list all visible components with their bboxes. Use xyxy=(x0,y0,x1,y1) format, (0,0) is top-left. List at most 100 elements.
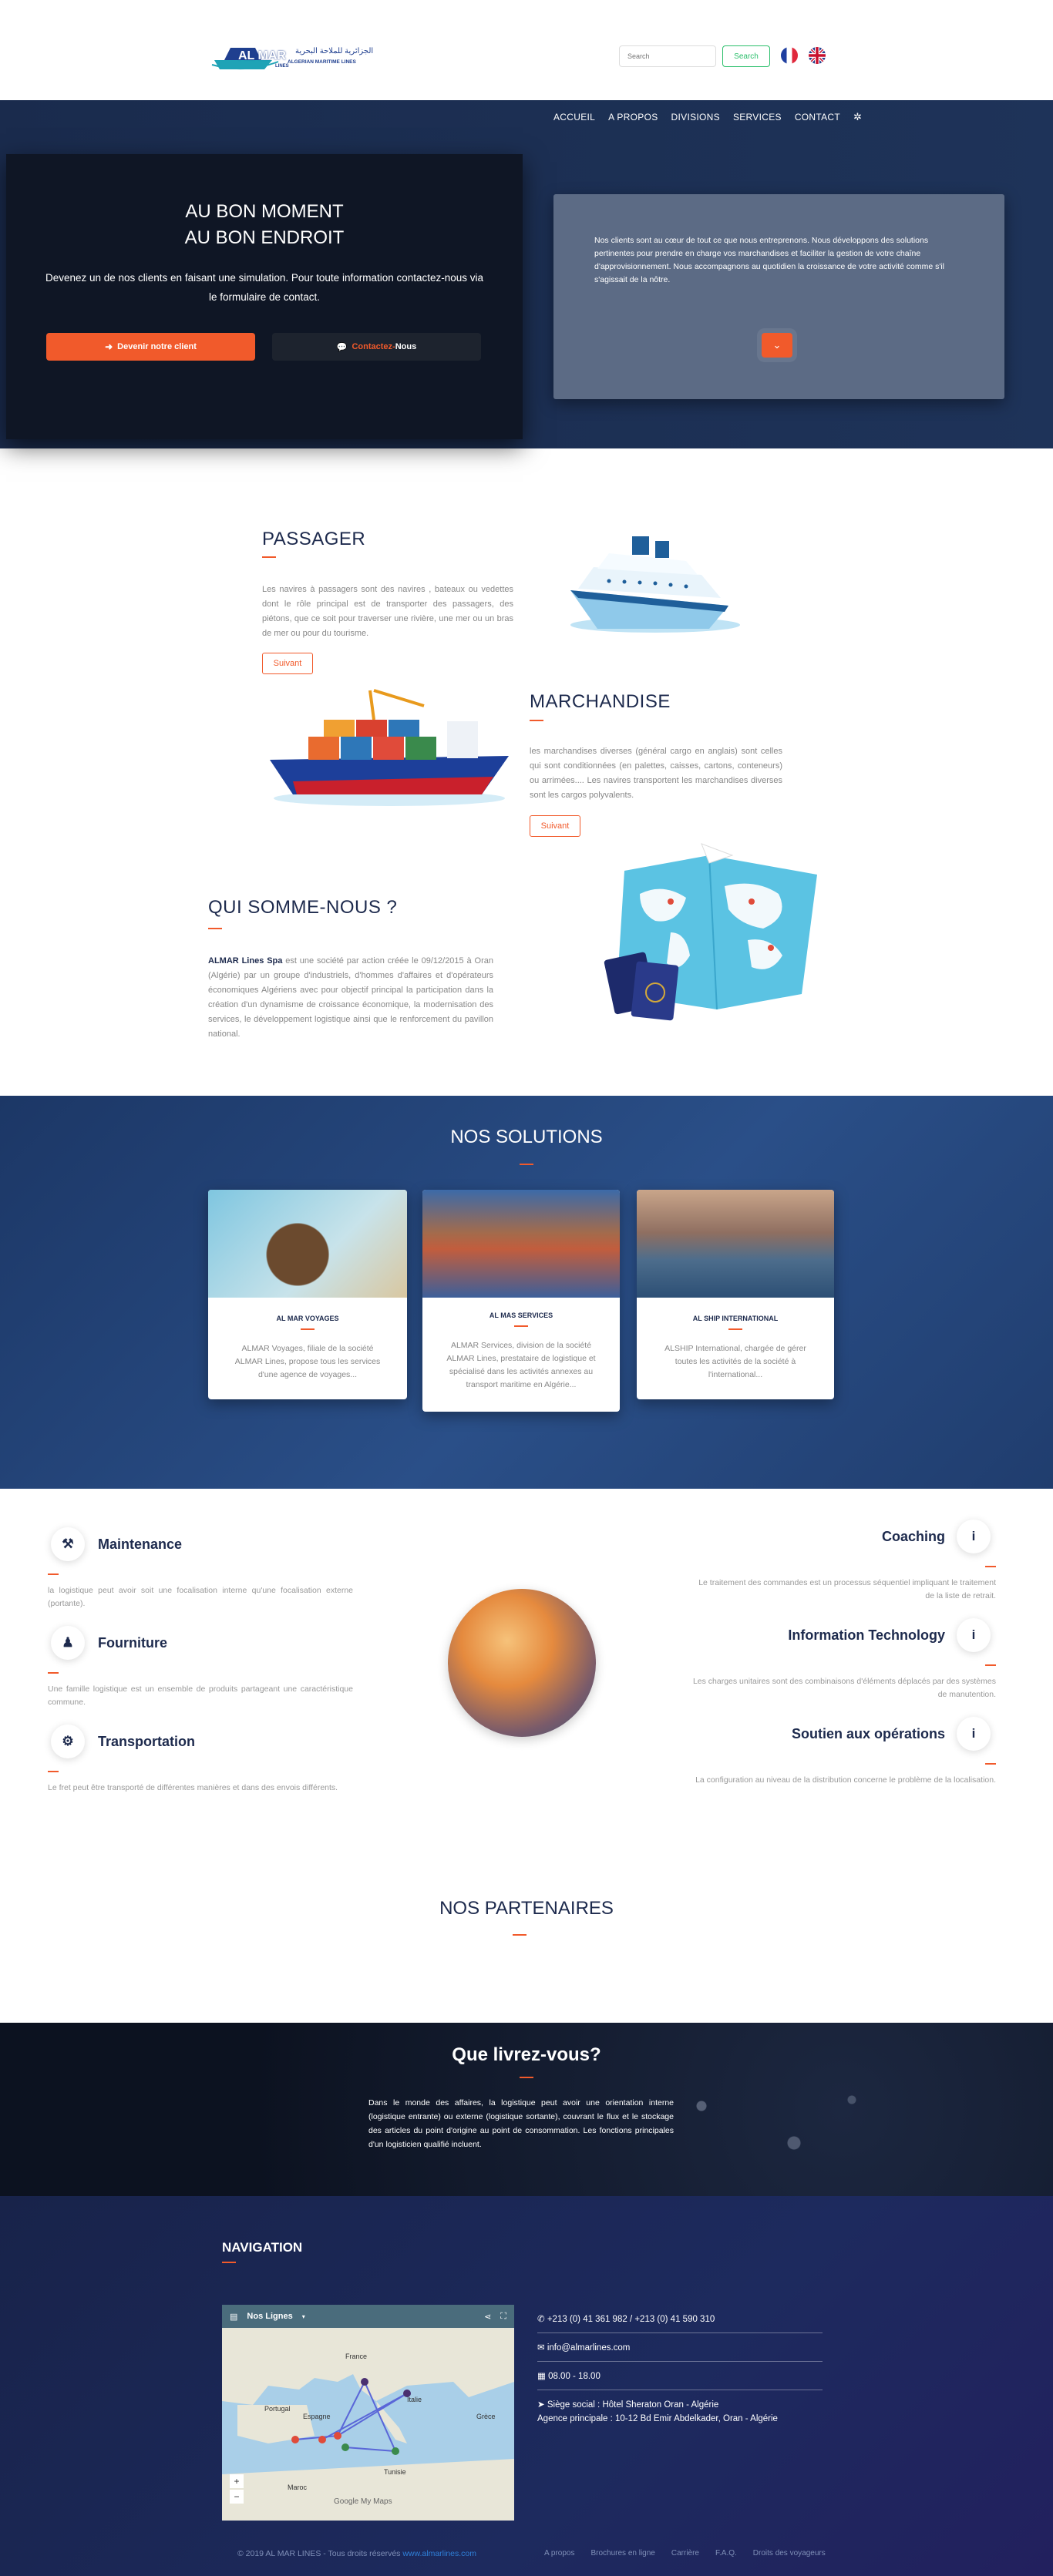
settings-icon[interactable]: ✲ xyxy=(853,111,862,123)
hero-section: ACCUEIL A PROPOS DIVISIONS SERVICES CONT… xyxy=(0,100,1053,448)
scroll-down-button[interactable]: ⌄ xyxy=(762,333,792,358)
address-row: ➤ Siège social : Hôtel Sheraton Oran - A… xyxy=(537,2390,823,2432)
hero-title: AU BON MOMENT AU BON ENDROIT xyxy=(6,199,523,251)
hero-subtitle: Devenez un de nos clients en faisant une… xyxy=(45,272,484,303)
it-title: Information Technology xyxy=(788,1627,945,1643)
map-google-text: Google xyxy=(334,2497,359,2506)
nav-a-propos[interactable]: A PROPOS xyxy=(608,112,658,123)
nav-services[interactable]: SERVICES xyxy=(733,112,782,123)
email-text: info@almarlines.com xyxy=(547,2343,631,2353)
arrow-circle-icon: ➜ xyxy=(105,341,113,352)
become-client-label: Devenir notre client xyxy=(117,342,197,351)
it-info-icon[interactable]: i xyxy=(957,1618,991,1652)
map-panel-icon[interactable]: ▤ xyxy=(230,2312,237,2322)
map-label-portugal: Portugal xyxy=(264,2405,291,2413)
address1-text: Siège social : Hôtel Sheraton Oran - Alg… xyxy=(547,2400,719,2410)
solution-card-voyages[interactable]: AL MAR VOYAGES ALMAR Voyages, filiale de… xyxy=(208,1190,407,1399)
footer-contact: ✆ +213 (0) 41 361 982 / +213 (0) 41 590 … xyxy=(537,2305,823,2432)
phone-text: +213 (0) 41 361 982 / +213 (0) 41 590 31… xyxy=(547,2315,715,2324)
map-label-italie: Italie xyxy=(407,2396,422,2403)
map-label-maroc: Maroc xyxy=(288,2484,308,2491)
maintenance-title: Maintenance xyxy=(98,1537,183,1552)
water-drops-decor xyxy=(655,2069,886,2192)
hero-info-text: Nos clients sont au cœur de tout ce que … xyxy=(594,236,945,284)
transportation-bar xyxy=(48,1771,59,1772)
logo[interactable]: AL MAR LINES الجزائرية للملاحة البحرية A… xyxy=(210,37,388,76)
footer-nav-title: NAVIGATION xyxy=(222,2240,303,2255)
main-nav: ACCUEIL A PROPOS DIVISIONS SERVICES CONT… xyxy=(553,111,862,123)
lines-map[interactable]: ▤ Nos Lignes ▾ ⋖ ⛶ France Portugal Espag… xyxy=(222,2305,514,2521)
travel-map-image xyxy=(604,843,817,1021)
maintenance-text: la logistique peut avoir soit une focali… xyxy=(48,1586,353,1608)
international-image xyxy=(637,1190,834,1298)
fourniture-title: Fourniture xyxy=(98,1635,167,1651)
cargo-ship-image xyxy=(270,689,509,806)
flag-uk-icon[interactable] xyxy=(809,47,826,64)
nav-divisions[interactable]: DIVISIONS xyxy=(671,112,720,123)
voyages-bar xyxy=(301,1328,315,1330)
location-icon: ➤ xyxy=(537,2400,547,2410)
map-label-espagne: Espagne xyxy=(303,2413,331,2420)
footer-link-droits[interactable]: Droits des voyageurs xyxy=(753,2549,826,2558)
soutien-text: La configuration au niveau de la distrib… xyxy=(695,1775,996,1785)
become-client-button[interactable]: ➜ Devenir notre client xyxy=(46,333,255,361)
footer-link-faq[interactable]: F.A.Q. xyxy=(715,2549,737,2558)
solution-card-services[interactable]: AL MAS SERVICES ALMAR Services, division… xyxy=(422,1190,620,1412)
voyages-title: AL MAR VOYAGES xyxy=(276,1315,339,1322)
email-row[interactable]: ✉ info@almarlines.com xyxy=(537,2333,823,2361)
map-land xyxy=(222,2328,514,2521)
coaching-title: Coaching xyxy=(881,1529,945,1544)
copyright-link[interactable]: www.almarlines.com xyxy=(402,2549,476,2558)
livrez-section: Que livrez-vous? Dans le monde des affai… xyxy=(0,2023,1053,2196)
zoom-in-button[interactable]: + xyxy=(230,2474,244,2488)
map-dropdown-icon[interactable]: ▾ xyxy=(302,2313,305,2320)
search-button[interactable]: Search xyxy=(722,45,770,67)
flag-fr-icon[interactable] xyxy=(781,47,798,64)
transportation-icon: ⚙ xyxy=(51,1725,85,1758)
hero-title-line2: AU BON ENDROIT xyxy=(184,227,345,248)
coaching-text: Le traitement des commandes est un proce… xyxy=(698,1578,996,1600)
email-icon: ✉ xyxy=(537,2343,547,2353)
solutions-title: NOS SOLUTIONS xyxy=(450,1127,603,1147)
international-bar xyxy=(728,1328,742,1330)
it-text: Les charges unitaires sont des combinais… xyxy=(692,1677,996,1699)
marchandise-next-button[interactable]: Suivant xyxy=(530,815,580,837)
fullscreen-icon[interactable]: ⛶ xyxy=(500,2312,506,2322)
qui-body: est une société par action créée le 09/1… xyxy=(208,956,493,1039)
maintenance-icon: ⚒ xyxy=(51,1527,85,1561)
map-mymaps-text: My Maps xyxy=(361,2497,392,2506)
nav-accueil[interactable]: ACCUEIL xyxy=(553,112,595,123)
footer-link-carriere[interactable]: Carrière xyxy=(671,2549,699,2558)
passager-next-button[interactable]: Suivant xyxy=(262,653,313,674)
qui-brand: ALMAR Lines Spa xyxy=(208,956,283,966)
footer-nav-bar xyxy=(222,2262,236,2263)
solutions-section: NOS SOLUTIONS AL MAR VOYAGES ALMAR Voyag… xyxy=(0,1096,1053,1489)
search-input[interactable] xyxy=(619,45,716,67)
services-image xyxy=(422,1190,620,1298)
map-google-logo: Google My Maps xyxy=(334,2497,392,2506)
contact-us-button[interactable]: 💬 Contactez-Nous xyxy=(272,333,481,361)
international-title: AL SHIP INTERNATIONAL xyxy=(692,1315,779,1322)
logo-tagline: ALGERIAN MARITIME LINES xyxy=(288,59,356,65)
share-icon[interactable]: ⋖ xyxy=(484,2312,491,2322)
fourniture-icon: ♟ xyxy=(51,1626,85,1660)
fourniture-bar xyxy=(48,1672,59,1674)
address2-text: Agence principale : 10-12 Bd Emir Abdelk… xyxy=(537,2414,778,2423)
zoom-out-button[interactable]: − xyxy=(230,2490,244,2504)
footer-link-brochures[interactable]: Brochures en ligne xyxy=(590,2549,654,2558)
livrez-bar xyxy=(520,2077,533,2078)
international-text: ALSHIP International, chargée de gérer t… xyxy=(664,1344,806,1379)
coaching-info-icon[interactable]: i xyxy=(957,1520,991,1553)
phone-icon: ✆ xyxy=(537,2315,547,2324)
services-bar xyxy=(514,1325,528,1327)
footer-link-apropos[interactable]: A propos xyxy=(544,2549,574,2558)
logo-text: AL MAR xyxy=(238,49,286,62)
site-footer: NAVIGATION ▤ Nos Lignes ▾ ⋖ ⛶ France Por… xyxy=(0,2196,1053,2576)
marchandise-text: les marchandises diverses (général cargo… xyxy=(530,747,782,800)
nav-contact[interactable]: CONTACT xyxy=(795,112,840,123)
solution-card-international[interactable]: AL SHIP INTERNATIONAL ALSHIP Internation… xyxy=(637,1190,834,1399)
soutien-info-icon[interactable]: i xyxy=(957,1717,991,1751)
contact-label-a: Contactez- xyxy=(352,342,395,351)
qui-title: QUI SOMME-NOUS ? xyxy=(208,897,398,918)
soutien-title: Soutien aux opérations xyxy=(791,1726,945,1741)
